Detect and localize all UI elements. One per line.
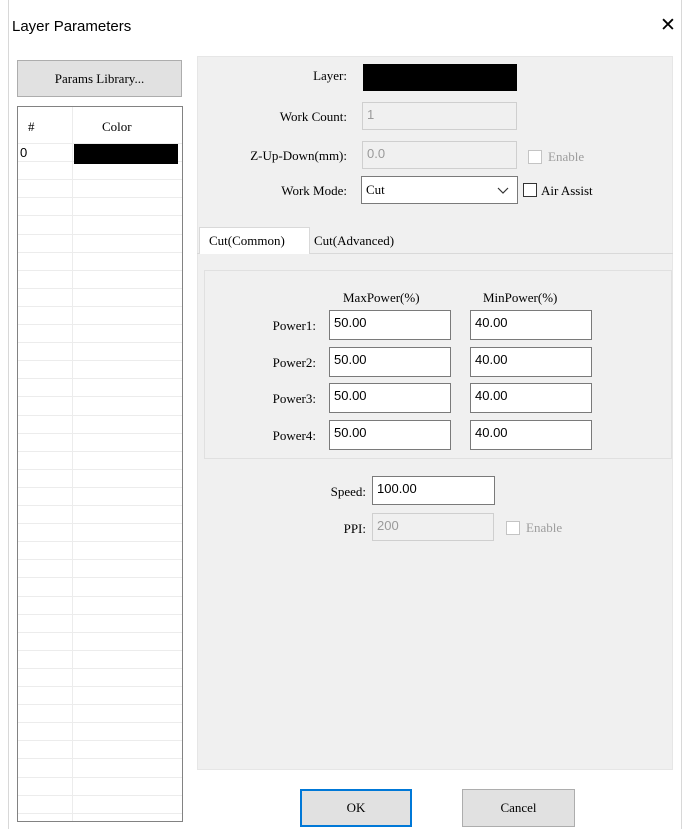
power2-min-input[interactable]: 40.00 (470, 347, 592, 377)
column-divider (72, 107, 73, 821)
ppi-input[interactable]: 200 (372, 513, 494, 541)
layer-row[interactable]: 0 (20, 144, 182, 164)
layer-color-box[interactable] (363, 64, 517, 91)
list-grid-line (18, 577, 182, 579)
list-grid-line (18, 486, 182, 488)
list-grid-line (18, 812, 182, 814)
max-power-header: MaxPower(%) (343, 290, 420, 305)
layer-index: 0 (20, 145, 28, 160)
layer-color-swatch (74, 144, 178, 164)
power1-label: Power1: (272, 318, 316, 333)
list-grid-line (18, 704, 182, 706)
list-grid-line (18, 505, 182, 506)
speed-input[interactable]: 100.00 (372, 476, 495, 505)
power2-label: Power2: (272, 355, 316, 370)
column-header-color: Color (102, 119, 132, 134)
params-library-button[interactable]: Params Library... (17, 60, 182, 97)
layer-label: Layer: (313, 68, 347, 83)
list-grid-line (18, 450, 182, 452)
list-grid-line (18, 794, 182, 796)
ppi-enable-checkbox[interactable] (506, 521, 520, 535)
power4-label: Power4: (272, 428, 316, 443)
z-enable-checkbox[interactable] (528, 150, 542, 164)
work-count-input[interactable]: 1 (362, 102, 517, 130)
list-grid-line (18, 197, 182, 199)
power4-min-input[interactable]: 40.00 (470, 420, 592, 450)
list-grid-line (18, 758, 182, 760)
list-grid-line (18, 468, 182, 470)
power2-max-input[interactable]: 50.00 (329, 347, 451, 377)
list-grid-line (18, 360, 182, 362)
work-count-label: Work Count: (279, 109, 347, 124)
z-up-down-input[interactable]: 0.0 (362, 141, 517, 169)
list-grid-line (18, 667, 182, 669)
list-grid-line (18, 324, 182, 325)
list-grid-line (18, 776, 182, 778)
speed-label: Speed: (330, 484, 366, 499)
list-grid-line (18, 396, 182, 398)
list-grid-line (18, 378, 182, 380)
list-grid-line (18, 559, 182, 561)
column-header-index: # (28, 119, 35, 134)
list-grid-line (18, 179, 182, 181)
cancel-button[interactable]: Cancel (462, 789, 575, 827)
air-assist-checkbox[interactable] (523, 183, 537, 197)
list-grid-line (18, 233, 182, 235)
min-power-header: MinPower(%) (483, 290, 558, 305)
tab-cut-advanced[interactable]: Cut(Advanced) (314, 233, 394, 249)
list-grid-line (18, 740, 182, 742)
list-grid-line (18, 649, 182, 651)
work-mode-select[interactable]: Cut (361, 176, 518, 204)
work-mode-label: Work Mode: (281, 183, 347, 198)
z-up-down-label: Z-Up-Down(mm): (250, 148, 347, 163)
list-grid-line (18, 269, 182, 271)
window-border-left (8, 0, 9, 829)
list-grid-line (18, 686, 182, 687)
list-grid-line (18, 523, 182, 525)
z-enable-label: Enable (548, 149, 585, 164)
layer-list[interactable]: # Color 0 (17, 106, 183, 822)
list-grid-line (18, 613, 182, 615)
ppi-label: PPI: (343, 521, 366, 536)
list-grid-line (18, 305, 182, 307)
list-grid-line (18, 595, 182, 597)
air-assist-label: Air Assist (541, 183, 593, 198)
tab-cut-common[interactable]: Cut(Common) (199, 227, 310, 254)
list-grid-line (18, 541, 182, 543)
window-border-right (681, 0, 682, 829)
list-grid-line (18, 722, 182, 724)
power1-min-input[interactable]: 40.00 (470, 310, 592, 340)
ok-button[interactable]: OK (300, 789, 412, 827)
power1-max-input[interactable]: 50.00 (329, 310, 451, 340)
chevron-down-icon (497, 187, 509, 194)
list-grid-line (18, 432, 182, 434)
list-grid-line (18, 287, 182, 289)
power3-label: Power3: (272, 391, 316, 406)
list-grid-line (18, 215, 182, 217)
list-grid-line (18, 414, 182, 416)
ppi-enable-label: Enable (526, 520, 563, 535)
list-grid-line (18, 251, 182, 253)
dialog-title: Layer Parameters (12, 18, 132, 35)
work-mode-value: Cut (366, 182, 385, 197)
close-icon[interactable]: ✕ (660, 16, 676, 36)
power3-min-input[interactable]: 40.00 (470, 383, 592, 413)
list-grid-line (18, 342, 182, 344)
power4-max-input[interactable]: 50.00 (329, 420, 451, 450)
power3-max-input[interactable]: 50.00 (329, 383, 451, 413)
list-grid-line (18, 631, 182, 633)
